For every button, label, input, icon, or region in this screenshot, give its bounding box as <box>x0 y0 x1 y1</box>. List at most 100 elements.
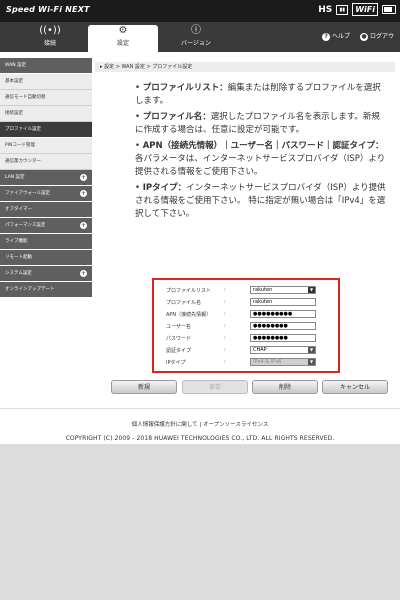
ip-type-label: IPタイプ <box>166 360 186 366</box>
sidebar-item-label: リモート起動 <box>5 255 32 260</box>
oss-license-link[interactable]: オープンソースライセンス <box>203 422 268 428</box>
username-input[interactable]: ●●●●●●●● <box>250 322 316 330</box>
sidebar-item-update[interactable]: オンラインアップデート <box>0 282 92 298</box>
nav-right: ? ヘルプ ● ログアウ <box>322 31 394 41</box>
sidebar-item-wan[interactable]: WAN 設定 <box>0 58 92 74</box>
help-description: • プロファイルリスト：編集または削除するプロファイルを選択します。 • プロフ… <box>135 82 387 224</box>
footer-separator: | <box>199 422 202 428</box>
info-item: • プロファイルリスト：編集または削除するプロファイルを選択します。 <box>135 83 381 106</box>
sidebar-item-counter[interactable]: 通信量カウンター <box>0 154 92 170</box>
auth-type-select[interactable]: CHAP <box>250 346 316 354</box>
profile-name-label: プロファイル名 <box>166 300 202 306</box>
status-indicators: HS ▮▮ WiFi <box>318 3 396 16</box>
tab-version-label: バージョン <box>181 40 211 47</box>
password-label: パスワード <box>166 336 192 342</box>
sidebar-item-label: プロファイル設定 <box>5 127 41 132</box>
sidebar-item-label: LAN 設定 <box>5 175 25 180</box>
info-item: • プロファイル名：選択したプロファイル名を表示します。新規に作成する場合は、任… <box>135 112 380 135</box>
sidebar-item-label: パフォーマンス設定 <box>5 223 46 228</box>
wifi-icon: ((•)) <box>39 25 61 36</box>
wifi-status-icon: WiFi <box>352 3 378 16</box>
sidebar-item-label: 通信モード自動切替 <box>5 95 46 100</box>
colon: : <box>224 323 226 329</box>
main-nav: ((•)) 接続 ⚙ 設定 ⓘ バージョン ? ヘルプ ● ログアウ <box>0 22 400 52</box>
info-term: プロファイルリスト： <box>142 83 228 93</box>
privacy-link[interactable]: 個人情報保護方針に関して <box>132 422 198 428</box>
network-type: HS <box>318 4 333 15</box>
tab-settings[interactable]: ⚙ 設定 <box>88 25 158 52</box>
expand-icon: + <box>80 174 87 181</box>
logout-label: ログアウ <box>369 33 394 40</box>
auth-type-label: 認証タイプ <box>166 348 192 354</box>
help-label: ヘルプ <box>332 33 351 40</box>
cancel-button[interactable]: キャンセル <box>322 380 388 394</box>
tab-settings-label: 設定 <box>116 40 129 47</box>
sidebar-item-firewall[interactable]: ファイアウォール設定 + <box>0 186 92 202</box>
sidebar-item-system[interactable]: システム設定 + <box>0 266 92 282</box>
help-icon: ? <box>322 32 331 41</box>
profile-list-select[interactable]: rakuten <box>250 286 316 294</box>
info-icon: ⓘ <box>191 25 201 36</box>
tab-version[interactable]: ⓘ バージョン <box>165 25 227 52</box>
new-button[interactable]: 新規 <box>111 380 177 394</box>
expand-icon: + <box>80 270 87 277</box>
profile-form: プロファイルリスト: rakuten プロファイル名: rakuten APN（… <box>152 278 340 373</box>
brand-logo: Speed Wi-Fi NEXT <box>6 5 90 14</box>
expand-icon: + <box>80 190 87 197</box>
sidebar-item-label: ファイアウォール設定 <box>5 191 50 196</box>
sidebar-item-profile[interactable]: プロファイル設定 <box>0 122 92 138</box>
expand-icon: + <box>80 222 87 229</box>
page-background <box>0 444 400 600</box>
sidebar-item-connection[interactable]: 接続設定 <box>0 106 92 122</box>
apn-input[interactable]: ●●●●●●●●● <box>250 310 316 318</box>
delete-button[interactable]: 削除 <box>252 380 318 394</box>
sidebar-item-label: 基本設定 <box>5 79 23 84</box>
profile-list-label: プロファイルリスト <box>166 288 212 294</box>
sidebar-item-label: PINコード管理 <box>5 143 35 148</box>
logout-link[interactable]: ● ログアウ <box>360 31 394 41</box>
content-area: WAN 設定 基本設定 通信モード自動切替 接続設定 プロファイル設定 PINコ… <box>0 52 400 442</box>
profile-name-input[interactable]: rakuten <box>250 298 316 306</box>
sidebar-item-live[interactable]: ライブ機能 <box>0 234 92 250</box>
breadcrumb-arrow-icon: ▸ <box>100 64 103 70</box>
sidebar-item-pin[interactable]: PINコード管理 <box>0 138 92 154</box>
info-desc: 各パラメータは、インターネットサービスプロバイダ（ISP）より提供される情報をご… <box>135 154 386 177</box>
tab-connect[interactable]: ((•)) 接続 <box>22 25 78 52</box>
breadcrumb-text: 設定 > WAN 設定 > プロファイル設定 <box>104 64 193 70</box>
battery-icon <box>382 5 396 14</box>
sidebar-item-remote[interactable]: リモート起動 <box>0 250 92 266</box>
sidebar-item-label: オンラインアップデート <box>5 287 55 292</box>
colon: : <box>224 299 226 305</box>
sidebar-item-label: システム設定 <box>5 271 32 276</box>
help-link[interactable]: ? ヘルプ <box>322 31 350 41</box>
info-term: IPタイプ： <box>142 183 187 193</box>
sidebar-item-off-timer[interactable]: オフタイマー <box>0 202 92 218</box>
save-button[interactable]: 保存 <box>182 380 248 394</box>
tab-connect-label: 接続 <box>43 40 56 47</box>
sidebar: WAN 設定 基本設定 通信モード自動切替 接続設定 プロファイル設定 PINコ… <box>0 58 92 298</box>
sidebar-item-label: WAN 設定 <box>5 63 27 68</box>
info-item: • APN（接続先情報）｜ユーザー名｜パスワード｜認証タイプ：各パラメータは、イ… <box>135 141 386 177</box>
sidebar-item-label: ライブ機能 <box>5 239 28 244</box>
password-input[interactable]: ●●●●●●●● <box>250 334 316 342</box>
username-label: ユーザー名 <box>166 324 191 330</box>
copyright: COPYRIGHT (C) 2009 - 2018 HUAWEI TECHNOL… <box>65 435 335 442</box>
top-status-bar: Speed Wi-Fi NEXT HS ▮▮ WiFi <box>0 0 400 22</box>
sidebar-item-label: 接続設定 <box>5 111 23 116</box>
sidebar-item-basic[interactable]: 基本設定 <box>0 74 92 90</box>
signal-icon: ▮▮ <box>336 4 349 15</box>
colon: : <box>224 335 226 341</box>
sidebar-item-lan[interactable]: LAN 設定 + <box>0 170 92 186</box>
gear-icon: ⚙ <box>118 25 128 36</box>
footer-links: 個人情報保護方針に関して | オープンソースライセンス <box>0 420 400 428</box>
sidebar-item-auto-switch[interactable]: 通信モード自動切替 <box>0 90 92 106</box>
ip-type-select[interactable]: IPv4 & IPv6 <box>250 358 316 366</box>
apn-label: APN（接続先情報） <box>166 312 212 318</box>
footer: 個人情報保護方針に関して | オープンソースライセンス COPYRIGHT (C… <box>0 408 400 444</box>
info-term: プロファイル名： <box>142 112 211 122</box>
colon: : <box>224 287 226 293</box>
user-icon: ● <box>360 32 369 41</box>
colon: : <box>224 359 226 365</box>
colon: : <box>224 311 226 317</box>
sidebar-item-performance[interactable]: パフォーマンス設定 + <box>0 218 92 234</box>
